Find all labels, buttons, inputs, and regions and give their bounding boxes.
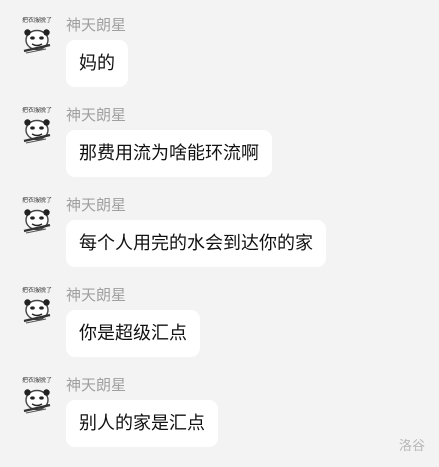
- avatar-caption: 把衣服脱了: [21, 377, 52, 384]
- message-bubble[interactable]: 你是超级汇点: [66, 310, 200, 357]
- luogu-watermark: 洛谷: [398, 439, 425, 454]
- sender-name: 神天朗星: [66, 16, 127, 34]
- avatar-caption: 把衣服脱了: [21, 287, 52, 294]
- chat-log: 把衣服脱了 神天朗星 妈的 把衣服脱了 神天朗星 那费用流为啥能环流啊 把衣服脱…: [0, 0, 439, 467]
- message-row: 把衣服脱了 神天朗星 每个人用完的水会到达你的家: [0, 180, 439, 270]
- message-bubble[interactable]: 那费用流为啥能环流啊: [66, 130, 272, 177]
- message-row: 把衣服脱了 神天朗星 妈的: [0, 0, 439, 90]
- avatar-caption: 把衣服脱了: [21, 17, 52, 24]
- message-row: 把衣服脱了 神天朗星 那费用流为啥能环流啊: [0, 90, 439, 180]
- avatar[interactable]: 把衣服脱了: [20, 106, 54, 146]
- sender-name: 神天朗星: [66, 106, 127, 124]
- message-bubble[interactable]: 妈的: [66, 40, 128, 87]
- message-row: 把衣服脱了 神天朗星 你是超级汇点: [0, 270, 439, 360]
- sender-name: 神天朗星: [66, 196, 127, 214]
- avatar[interactable]: 把衣服脱了: [20, 286, 54, 326]
- avatar-caption: 把衣服脱了: [21, 197, 52, 204]
- message-bubble[interactable]: 每个人用完的水会到达你的家: [66, 220, 326, 267]
- avatar[interactable]: 把衣服脱了: [20, 376, 54, 416]
- avatar-caption: 把衣服脱了: [21, 107, 52, 114]
- message-row: 把衣服脱了 神天朗星 别人的家是汇点: [0, 360, 439, 450]
- avatar[interactable]: 把衣服脱了: [20, 16, 54, 56]
- sender-name: 神天朗星: [66, 286, 127, 304]
- avatar[interactable]: 把衣服脱了: [20, 196, 54, 236]
- message-bubble[interactable]: 别人的家是汇点: [66, 400, 218, 447]
- sender-name: 神天朗星: [66, 376, 127, 394]
